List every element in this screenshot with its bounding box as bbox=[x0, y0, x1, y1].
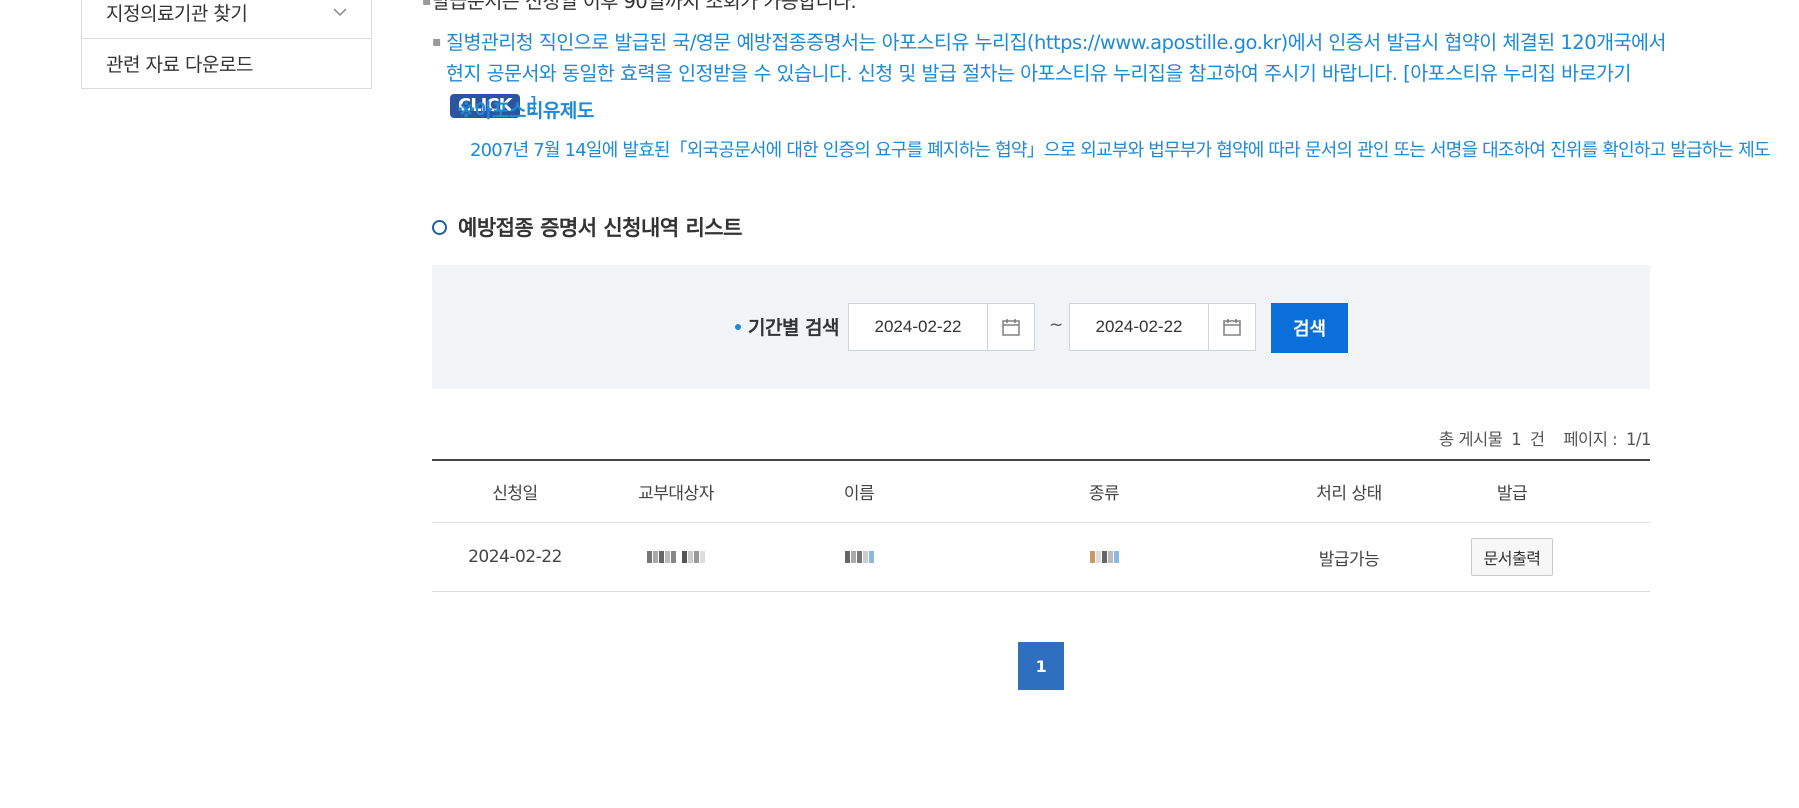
cell-action: 문서출력 bbox=[1454, 538, 1570, 576]
header-type: 종류 bbox=[1088, 484, 1120, 504]
print-document-button[interactable]: 문서출력 bbox=[1470, 538, 1554, 576]
total-label: 총 게시물 bbox=[1438, 430, 1503, 449]
header-recipient: 교부대상자 bbox=[638, 484, 714, 504]
search-label: 기간별 검색 bbox=[735, 313, 840, 340]
redacted-block bbox=[647, 551, 705, 563]
cell-status: 발급가능 bbox=[1318, 549, 1380, 570]
end-calendar-button[interactable] bbox=[1209, 303, 1256, 351]
start-calendar-button[interactable] bbox=[988, 303, 1035, 351]
notice-apostille: ▪ 질병관리청 직인으로 발급된 국/영문 예방접종증명서는 아포스티유 누리집… bbox=[432, 27, 1666, 120]
dot-icon bbox=[735, 323, 741, 330]
search-panel: 기간별 검색 ~ 검색 bbox=[432, 265, 1650, 389]
header-date: 신청일 bbox=[492, 484, 538, 504]
pagination: 1 bbox=[1018, 642, 1064, 690]
table-header: 신청일 교부대상자 이름 종류 처리 상태 발급 bbox=[432, 461, 1650, 523]
result-summary: 총 게시물 1 건 페이지 : 1/1 bbox=[1435, 426, 1652, 450]
redacted-block bbox=[1089, 551, 1119, 563]
page-label: 페이지 : bbox=[1563, 430, 1618, 449]
header-name: 이름 bbox=[843, 484, 875, 504]
notice-retention: ▪ 발급문서는 신청일 이후 90일까지 조회가 가능합니다. bbox=[422, 0, 1652, 17]
end-date-group bbox=[1069, 303, 1256, 351]
calendar-icon bbox=[1002, 319, 1020, 336]
bullet-icon: ▪ bbox=[432, 34, 442, 50]
sidebar-item-label: 관련 자료 다운로드 bbox=[106, 54, 253, 76]
cell-recipient-redacted bbox=[598, 547, 754, 567]
sidebar-item-find-clinic[interactable]: 지정의료기관 찾기 bbox=[82, 0, 371, 39]
notice-text: 발급문서는 신청일 이후 90일까지 조회가 가능합니다. bbox=[432, 0, 857, 13]
redacted-block bbox=[844, 551, 874, 563]
section-title-text: 예방접종 증명서 신청내역 리스트 bbox=[458, 216, 742, 240]
notice-text: 질병관리청 직인으로 발급된 국/영문 예방접종증명서는 아포스티유 누리집(h… bbox=[446, 31, 1666, 85]
bullet-icon: ▪ bbox=[422, 0, 432, 9]
table-row: 2024-02-22 발급가능 문서출력 bbox=[432, 523, 1650, 592]
date-separator: ~ bbox=[1049, 315, 1063, 335]
sidebar-item-label: 지정의료기관 찾기 bbox=[106, 2, 248, 25]
total-unit: 건 bbox=[1529, 430, 1545, 449]
search-button[interactable]: 검색 bbox=[1271, 303, 1348, 353]
section-title: 예방접종 증명서 신청내역 리스트 bbox=[432, 212, 742, 242]
sidebar: 지정의료기관 찾기 관련 자료 다운로드 bbox=[81, 0, 372, 89]
sidebar-item-downloads[interactable]: 관련 자료 다운로드 bbox=[82, 39, 371, 88]
header-status: 처리 상태 bbox=[1316, 484, 1382, 504]
search-label-text: 기간별 검색 bbox=[748, 317, 840, 339]
cell-date: 2024-02-22 bbox=[468, 547, 562, 567]
page-number-current[interactable]: 1 bbox=[1018, 642, 1064, 690]
cell-name-redacted bbox=[754, 547, 964, 567]
total-count: 1 bbox=[1511, 430, 1522, 449]
cell-type-redacted bbox=[964, 547, 1244, 567]
result-table: 신청일 교부대상자 이름 종류 처리 상태 발급 2024-02-22 발급가능… bbox=[432, 459, 1650, 592]
start-date-group bbox=[848, 303, 1035, 351]
apostille-title: ※아포스티유제도 bbox=[457, 100, 594, 122]
end-date-input[interactable] bbox=[1069, 303, 1209, 351]
start-date-input[interactable] bbox=[848, 303, 988, 351]
circle-icon bbox=[432, 219, 447, 235]
calendar-icon bbox=[1223, 319, 1241, 336]
apostille-description: 2007년 7월 14일에 발효된「외국공문서에 대한 인증의 요구를 폐지하는… bbox=[470, 140, 1771, 161]
header-issue: 발급 bbox=[1496, 484, 1528, 504]
page-value: 1/1 bbox=[1625, 430, 1652, 449]
chevron-down-icon bbox=[333, 8, 347, 17]
